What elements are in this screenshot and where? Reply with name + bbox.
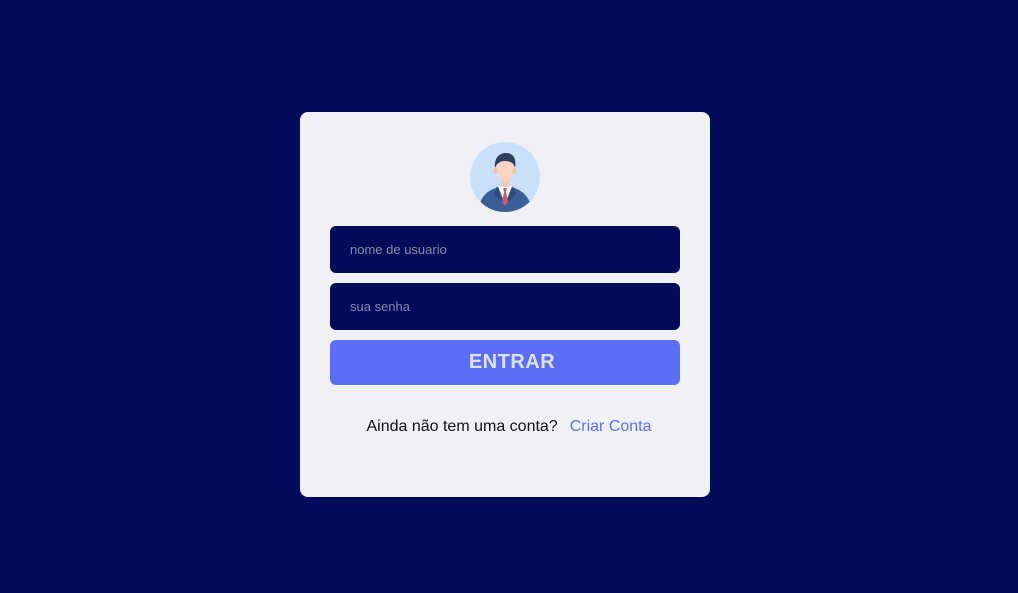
username-input[interactable] (330, 226, 680, 273)
create-account-link[interactable]: Criar Conta (570, 418, 652, 435)
password-input[interactable] (330, 283, 680, 330)
login-button[interactable]: ENTRAR (330, 340, 680, 385)
signup-row: Ainda não tem uma conta? Criar Conta (300, 417, 710, 437)
user-avatar-icon (470, 142, 540, 212)
login-card: ENTRAR Ainda não tem uma conta? Criar Con… (300, 112, 710, 497)
signup-prompt: Ainda não tem uma conta? (366, 418, 558, 435)
